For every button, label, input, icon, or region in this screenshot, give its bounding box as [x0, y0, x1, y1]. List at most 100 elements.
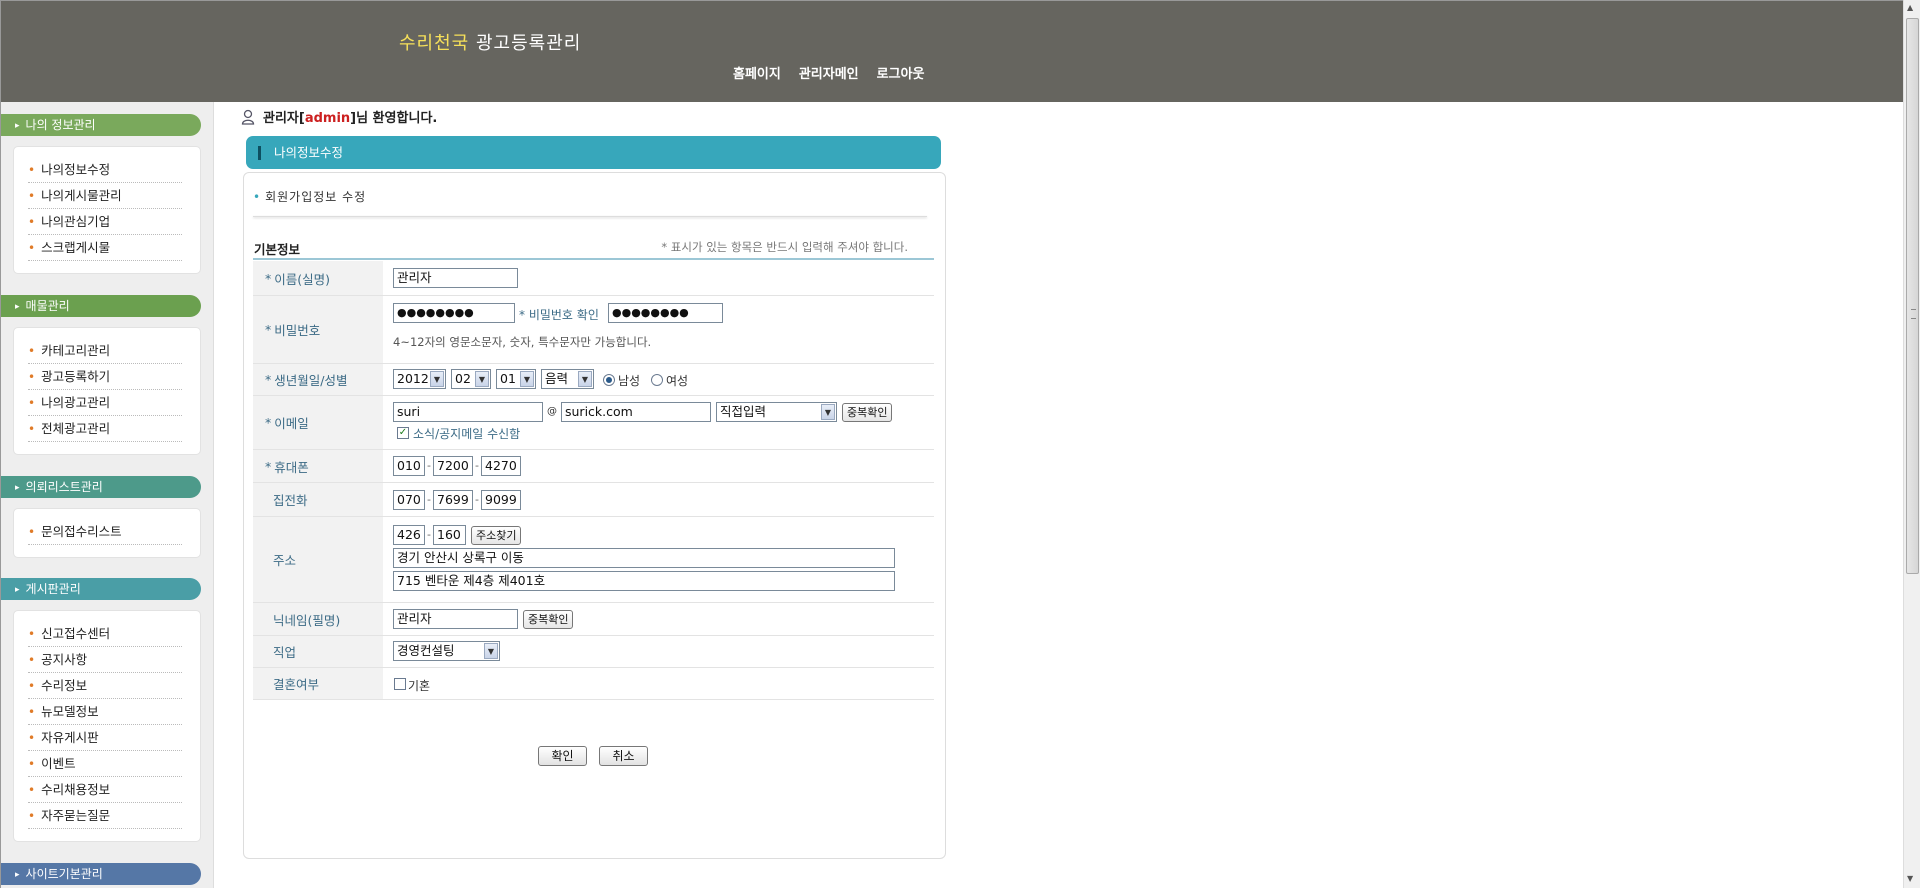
- sidebar-item-event[interactable]: 이벤트: [28, 751, 182, 777]
- site-header: 수리천국 광고등록관리 홈페이지 관리자메인 로그아웃: [1, 1, 1903, 102]
- top-nav: 홈페이지 관리자메인 로그아웃: [733, 63, 925, 82]
- chevron-down-icon: ▼: [430, 371, 444, 387]
- sidebar-item-report-center[interactable]: 신고접수센터: [28, 621, 182, 647]
- welcome-message: 관리자[admin]님 환영합니다.: [241, 107, 437, 126]
- dash: -: [427, 459, 431, 472]
- sidebar-box-board: 신고접수센터 공지사항 수리정보 뉴모델정보 자유게시판 이벤트 수리채용정보 …: [13, 610, 201, 842]
- sidebar-item-repair-jobs[interactable]: 수리채용정보: [28, 777, 182, 803]
- label-birth: 생년월일/성별: [253, 364, 383, 395]
- label-mobile: 휴대폰: [253, 450, 383, 482]
- row-email: 이메일 suri @ surick.com 직접입력▼ 중복확인 ✓ 소식/공지…: [253, 396, 934, 450]
- sidebar-item-my-ads[interactable]: 나의광고관리: [28, 390, 182, 416]
- sidebar-item-free-board[interactable]: 자유게시판: [28, 725, 182, 751]
- section-underline: [253, 258, 934, 260]
- email-at: @: [547, 406, 557, 417]
- row-married: 결혼여부 기혼: [253, 668, 934, 700]
- required-notice: * 표시가 있는 항목은 반드시 입력해 주셔야 합니다.: [661, 240, 908, 254]
- label-email: 이메일: [253, 396, 383, 449]
- sidebar-item-category-manage[interactable]: 카테고리관리: [28, 338, 182, 364]
- sidebar-item-notice[interactable]: 공지사항: [28, 647, 182, 673]
- zip1-input[interactable]: 426: [393, 525, 425, 545]
- job-select[interactable]: 경영컨설팅 ▼: [393, 641, 500, 661]
- nav-homepage[interactable]: 홈페이지: [733, 63, 781, 82]
- chevron-down-icon: ▼: [484, 643, 498, 659]
- nickname-input[interactable]: 관리자: [393, 609, 518, 629]
- home-part1-input[interactable]: 070: [393, 490, 425, 510]
- sidebar-item-edit-my-info[interactable]: 나의정보수정: [28, 157, 182, 183]
- sidebar-box-my-info: 나의정보수정 나의게시물관리 나의관심기업 스크랩게시물: [13, 146, 201, 274]
- sidebar-item-scrap-posts[interactable]: 스크랩게시물: [28, 235, 182, 261]
- married-checkbox[interactable]: [394, 678, 406, 690]
- label-married: 결혼여부: [253, 668, 383, 699]
- browser-page: 수리천국 광고등록관리 홈페이지 관리자메인 로그아웃 나의 정보관리 나의정보…: [0, 0, 1903, 888]
- sidebar-section-listings[interactable]: 매물관리: [1, 295, 201, 317]
- address-line2-input[interactable]: 715 벤타운 제4층 제401호: [393, 571, 895, 591]
- chevron-down-icon: ▼: [520, 371, 534, 387]
- address-line1-input[interactable]: 경기 안산시 상록구 이동: [393, 548, 895, 568]
- sidebar-item-inquiry-list[interactable]: 문의접수리스트: [28, 519, 182, 545]
- sidebar-section-my-info[interactable]: 나의 정보관리: [1, 114, 201, 136]
- password-hint: 4~12자의 영문소문자, 숫자, 특수문자만 가능합니다.: [393, 335, 652, 349]
- email-domain-select[interactable]: 직접입력 ▼: [716, 402, 837, 422]
- mobile-part1-input[interactable]: 010: [393, 456, 425, 476]
- sidebar-section-requests[interactable]: 의뢰리스트관리: [1, 476, 201, 498]
- row-address: 주소 426 - 160 주소찾기 경기 안산시 상록구 이동 715 벤타운 …: [253, 517, 934, 603]
- cancel-button[interactable]: 취소: [599, 746, 648, 766]
- label-password-confirm: * 비밀번호 확인: [519, 308, 599, 322]
- email-id-input[interactable]: suri: [393, 402, 543, 422]
- email-subscribe-label: 소식/공지메일 수신함: [413, 427, 521, 441]
- gender-female-label: 여성: [666, 374, 689, 388]
- zip2-input[interactable]: 160: [433, 525, 466, 545]
- sidebar-item-register-ad[interactable]: 광고등록하기: [28, 364, 182, 390]
- scroll-down-icon[interactable]: ▼: [1907, 874, 1913, 883]
- nickname-check-button[interactable]: 중복확인: [523, 610, 574, 629]
- name-input[interactable]: 관리자: [393, 268, 518, 288]
- scrollbar-thumb[interactable]: [1906, 18, 1919, 574]
- sidebar-item-new-model[interactable]: 뉴모델정보: [28, 699, 182, 725]
- sidebar-item-all-ads[interactable]: 전체광고관리: [28, 416, 182, 442]
- calendar-type-select[interactable]: 음력 ▼: [541, 369, 594, 389]
- row-home-phone: 집전화 070 - 7699 - 9099: [253, 483, 934, 517]
- birth-month-select[interactable]: 02 ▼: [451, 369, 491, 389]
- password-input[interactable]: ●●●●●●●●: [393, 303, 515, 323]
- password-confirm-input[interactable]: ●●●●●●●●: [608, 303, 723, 323]
- sidebar-item-faq[interactable]: 자주묻는질문: [28, 803, 182, 829]
- label-home-phone: 집전화: [253, 483, 383, 516]
- sidebar-section-board[interactable]: 게시판관리: [1, 578, 201, 600]
- sidebar-item-my-posts[interactable]: 나의게시물관리: [28, 183, 182, 209]
- dash: -: [475, 459, 479, 472]
- email-check-button[interactable]: 중복확인: [842, 403, 893, 422]
- site-logo[interactable]: 수리천국 광고등록관리: [399, 29, 581, 55]
- logo-text: 광고등록관리: [475, 33, 582, 54]
- left-sidebar: 나의 정보관리 나의정보수정 나의게시물관리 나의관심기업 스크랩게시물 매물관…: [1, 102, 214, 888]
- sidebar-item-my-favorite-companies[interactable]: 나의관심기업: [28, 209, 182, 235]
- mobile-part2-input[interactable]: 7200: [433, 456, 473, 476]
- sidebar-section-site-settings[interactable]: 사이트기본관리: [1, 863, 201, 885]
- home-part2-input[interactable]: 7699: [433, 490, 473, 510]
- vertical-scrollbar[interactable]: ▲ ▼: [1903, 0, 1920, 888]
- birth-year-select[interactable]: 2012 ▼: [393, 369, 446, 389]
- birth-day-select[interactable]: 01 ▼: [496, 369, 536, 389]
- user-icon: [241, 109, 255, 125]
- confirm-button[interactable]: 확인: [538, 746, 587, 766]
- gender-male-radio[interactable]: [603, 374, 615, 386]
- email-subscribe-checkbox[interactable]: ✓: [397, 427, 409, 439]
- welcome-text: 관리자[admin]님 환영합니다.: [263, 111, 438, 126]
- mobile-part3-input[interactable]: 4270: [481, 456, 521, 476]
- gender-female-radio[interactable]: [651, 374, 663, 386]
- sidebar-box-listings: 카테고리관리 광고등록하기 나의광고관리 전체광고관리: [13, 327, 201, 455]
- chevron-down-icon: ▼: [578, 371, 592, 387]
- nav-logout[interactable]: 로그아웃: [877, 63, 925, 82]
- nav-admin-main[interactable]: 관리자메인: [799, 63, 859, 82]
- row-password: 비밀번호 ●●●●●●●● * 비밀번호 확인 ●●●●●●●● 4~12자의 …: [253, 296, 934, 364]
- scroll-up-icon[interactable]: ▲: [1907, 3, 1913, 12]
- home-part3-input[interactable]: 9099: [481, 490, 521, 510]
- form-subtitle: 회원가입정보 수정: [253, 188, 366, 205]
- find-address-button[interactable]: 주소찾기: [471, 526, 522, 545]
- chevron-down-icon: ▼: [821, 404, 835, 420]
- panel-title: 나의정보수정: [246, 136, 941, 169]
- sidebar-item-repair-info[interactable]: 수리정보: [28, 673, 182, 699]
- row-job: 직업 경영컨설팅 ▼: [253, 636, 934, 668]
- label-address: 주소: [253, 517, 383, 602]
- email-domain-input[interactable]: surick.com: [561, 402, 711, 422]
